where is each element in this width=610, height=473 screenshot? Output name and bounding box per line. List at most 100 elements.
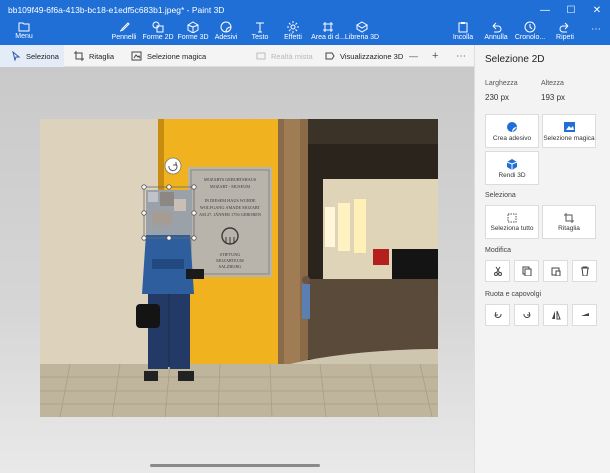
create-sticker-button[interactable]: Crea adesivo <box>485 114 539 148</box>
crop-tool-button[interactable]: Ritaglia <box>74 45 114 67</box>
canvas-photo[interactable]: MOZARTS GEBURTSHAUS MOZART - MUSEUM IN D… <box>40 119 438 417</box>
tool-shapes-3d[interactable]: Forme 3D <box>176 20 210 45</box>
paste-button[interactable]: Incolla <box>450 20 476 45</box>
view-toolbar: Seleziona Ritaglia Selezione magica Real… <box>0 45 474 67</box>
select-tool-button[interactable]: Seleziona <box>0 45 64 67</box>
plaque-line: SALZBURG <box>219 264 242 269</box>
mixed-reality-button[interactable]: Realtà mista <box>256 45 313 67</box>
crop-panel-label: Ritaglia <box>558 224 580 232</box>
undo-label: Annulla <box>484 34 508 41</box>
minimize-button[interactable]: — <box>532 0 558 20</box>
maximize-button[interactable]: ☐ <box>558 0 584 20</box>
crop-panel-button[interactable]: Ritaglia <box>542 205 596 239</box>
rotate-right-button[interactable] <box>514 304 539 326</box>
rotate-left-icon <box>494 311 502 319</box>
rotate-left-button[interactable] <box>485 304 510 326</box>
make-3d-button[interactable]: Rendi 3D <box>485 151 539 185</box>
delete-icon <box>580 266 589 276</box>
flip-horizontal-icon <box>580 313 589 316</box>
tool-brushes[interactable]: Pennelli <box>108 20 140 45</box>
view-3d-toggle[interactable]: Visualizzazione 3D <box>325 45 403 67</box>
view-3d-icon <box>325 52 335 60</box>
flip-vertical-button[interactable] <box>543 304 568 326</box>
plaque-line: IN DIESEM HAUS WURDE <box>204 198 255 203</box>
plaque-line: MOZARTEUM <box>216 258 244 263</box>
redo-button[interactable]: Ripeti <box>552 20 578 45</box>
height-label: Altezza <box>541 80 564 87</box>
tool-shapes-2d[interactable]: Forme 2D <box>141 20 175 45</box>
magic-select-tool-button[interactable]: Selezione magica <box>131 45 206 67</box>
magic-select-panel-button[interactable]: Selezione magica <box>542 114 596 148</box>
text-icon <box>256 22 264 33</box>
canvas-icon <box>323 22 333 32</box>
tool-label: Pennelli <box>111 34 137 41</box>
plaque-line: STIFTUNG <box>220 252 241 257</box>
width-label: Larghezza <box>485 80 518 87</box>
copy-button[interactable] <box>514 260 539 282</box>
sticker-icon <box>220 21 232 33</box>
plaque-line: WOLFGANG AMADE MOZART <box>200 205 261 210</box>
width-value[interactable]: 230 px <box>485 93 509 102</box>
shapes-3d-icon <box>187 21 199 33</box>
window-title: bb109f49-6f6a-413b-bc18-e1edf5c683b1.jpe… <box>8 5 225 15</box>
height-value[interactable]: 193 px <box>541 93 565 102</box>
title-bar: bb109f49-6f6a-413b-bc18-e1edf5c683b1.jpe… <box>0 0 610 20</box>
view-3d-label: Visualizzazione 3D <box>340 51 404 61</box>
brush-icon <box>119 22 130 32</box>
ribbon: Menu Pennelli Forme 2D Forme 3D Adesivi … <box>0 20 610 45</box>
more-ribbon-button[interactable]: ⋯ <box>586 20 606 45</box>
close-button[interactable]: ✕ <box>584 0 610 20</box>
make-3d-label: Rendi 3D <box>498 171 526 179</box>
tool-label: Effetti <box>284 34 302 41</box>
paste-icon <box>551 267 560 276</box>
flip-vertical-icon <box>551 310 561 320</box>
magic-select-panel-label: Selezione magica <box>543 134 595 142</box>
select-all-icon <box>507 213 517 222</box>
tool-label: Forme 3D <box>177 34 209 41</box>
select-tool-label: Seleziona <box>26 51 59 61</box>
crop-icon <box>74 51 84 61</box>
zoom-in-button[interactable]: + <box>432 45 438 67</box>
menu-button[interactable]: Menu <box>8 20 40 45</box>
crop-icon <box>564 212 574 223</box>
horizontal-scrollbar[interactable] <box>150 464 320 467</box>
modify-section-label: Modifica <box>485 247 512 254</box>
delete-button[interactable] <box>572 260 597 282</box>
plaque-line: MOZART - MUSEUM <box>210 184 250 189</box>
redo-icon <box>559 22 569 33</box>
tool-label: Adesivi <box>214 34 238 41</box>
canvas-area[interactable]: MOZARTS GEBURTSHAUS MOZART - MUSEUM IN D… <box>0 67 474 473</box>
mixed-reality-icon <box>256 52 266 60</box>
rotate-section-label: Ruota e capovolgi <box>485 291 542 298</box>
history-button[interactable]: Cronolo... <box>515 20 545 45</box>
photo-image: MOZARTS GEBURTSHAUS MOZART - MUSEUM IN D… <box>40 119 438 417</box>
tool-label: Area di d... <box>311 34 345 41</box>
tool-canvas[interactable]: Area di d... <box>310 20 346 45</box>
undo-icon <box>492 22 502 33</box>
undo-button[interactable]: Annulla <box>483 20 509 45</box>
more-view-options-button[interactable]: ⋯ <box>456 45 466 67</box>
magic-select-label: Selezione magica <box>147 51 207 61</box>
zoom-out-button[interactable]: — <box>409 45 418 67</box>
tool-text[interactable]: Testo <box>246 20 274 45</box>
flip-horizontal-button[interactable] <box>572 304 597 326</box>
make-3d-icon <box>506 158 518 170</box>
tool-library-3d[interactable]: Libreria 3D <box>344 20 380 45</box>
rotate-right-icon <box>522 311 530 319</box>
copy-icon <box>522 266 531 276</box>
redo-label: Ripeti <box>556 34 574 41</box>
create-sticker-label: Crea adesivo <box>492 134 532 142</box>
properties-panel: Selezione 2D Larghezza 230 px Altezza 19… <box>474 45 610 473</box>
cut-icon <box>493 266 502 276</box>
select-all-button[interactable]: Seleziona tutto <box>485 205 539 239</box>
select-all-label: Seleziona tutto <box>490 224 534 232</box>
tool-stickers[interactable]: Adesivi <box>211 20 241 45</box>
plaque-line: MOZARTS GEBURTSHAUS <box>204 177 257 182</box>
tool-effects[interactable]: Effetti <box>279 20 307 45</box>
mixed-reality-label: Realtà mista <box>271 51 313 61</box>
cut-button[interactable] <box>485 260 510 282</box>
paste-panel-button[interactable] <box>543 260 568 282</box>
library-3d-icon <box>356 21 368 33</box>
menu-label: Menu <box>15 33 33 40</box>
panel-title: Selezione 2D <box>485 54 545 65</box>
